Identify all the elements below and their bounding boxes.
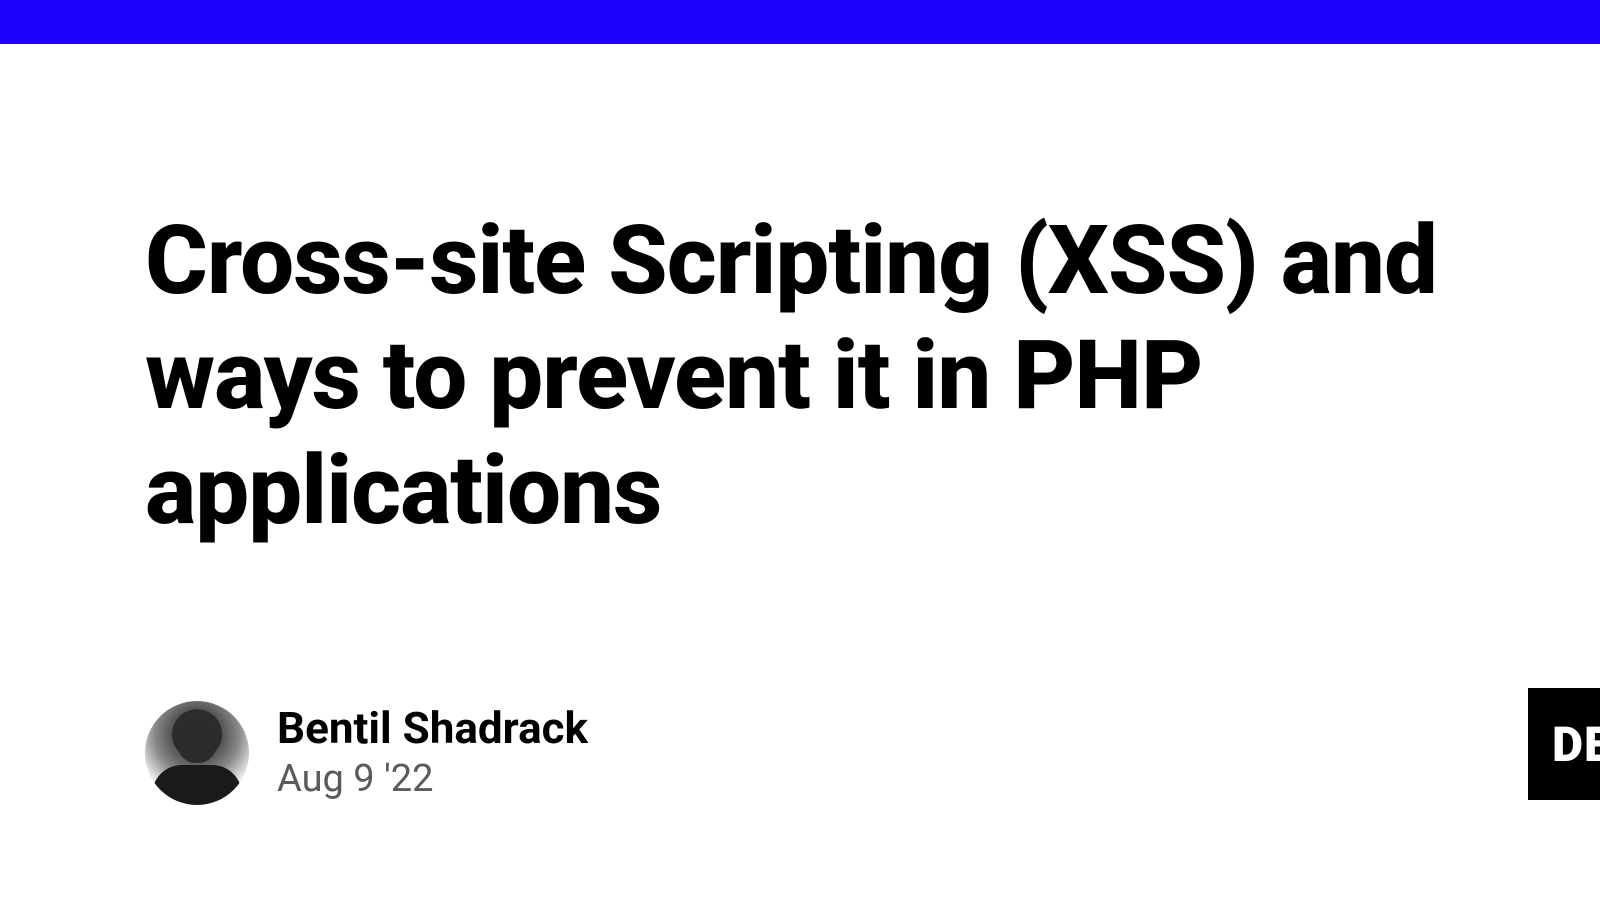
article-title: Cross-site Scripting (XSS) and ways to p… — [145, 204, 1455, 550]
dev-logo-text: DE — [1552, 716, 1600, 773]
dev-logo-badge[interactable]: DE — [1528, 688, 1600, 800]
author-text-block: Bentil Shadrack Aug 9 '22 — [277, 702, 588, 804]
top-accent-bar — [0, 0, 1600, 44]
author-avatar[interactable] — [145, 701, 249, 805]
author-name[interactable]: Bentil Shadrack — [277, 702, 588, 755]
author-row: Bentil Shadrack Aug 9 '22 — [145, 701, 588, 805]
post-date: Aug 9 '22 — [277, 755, 588, 804]
article-content: Cross-site Scripting (XSS) and ways to p… — [0, 44, 1600, 550]
